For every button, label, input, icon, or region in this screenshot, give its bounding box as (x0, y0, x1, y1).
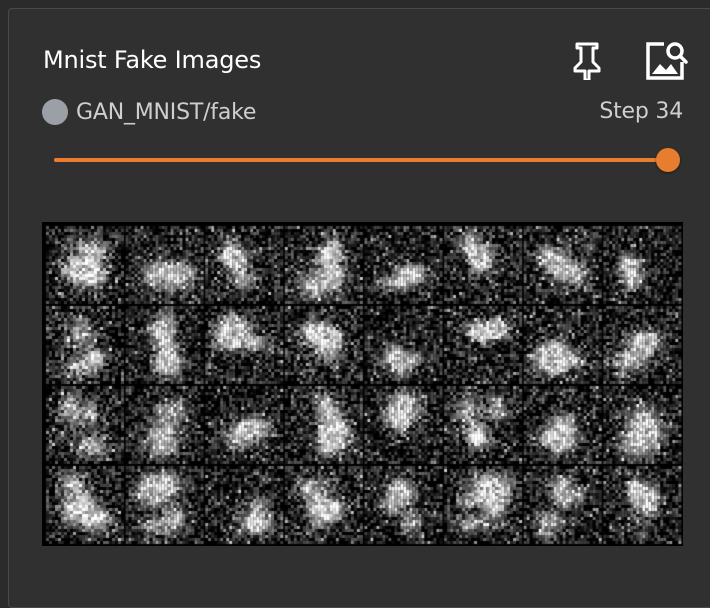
slider-track (54, 158, 668, 162)
pin-button[interactable] (563, 36, 611, 84)
run-name: GAN_MNIST/fake (76, 99, 257, 125)
slider-fill (54, 158, 668, 162)
pin-icon (573, 42, 601, 80)
step-slider[interactable] (54, 146, 682, 174)
step-label: Step 34 (599, 99, 683, 124)
run-color-dot (42, 99, 68, 125)
fake-images-canvas[interactable] (42, 222, 683, 546)
image-search-icon (646, 42, 688, 80)
image-search-button[interactable] (642, 36, 690, 84)
image-grid[interactable] (42, 222, 683, 546)
slider-thumb[interactable] (656, 148, 680, 172)
card-title: Mnist Fake Images (43, 46, 262, 74)
run-row: GAN_MNIST/fake (42, 94, 256, 130)
